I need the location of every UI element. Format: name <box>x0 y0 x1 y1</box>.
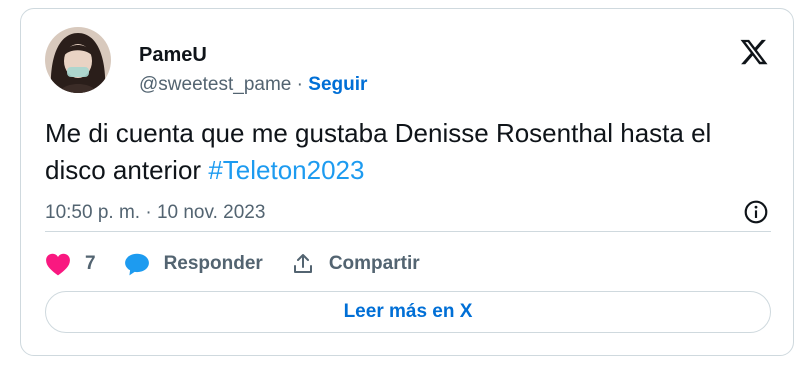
tweet-card: PameU @sweetest_pame · Seguir Me di cuen… <box>20 8 794 356</box>
follow-button[interactable]: Seguir <box>308 74 367 95</box>
action-bar: 7 Responder Compartir <box>45 246 448 282</box>
timestamp[interactable]: 10:50 p. m. · 10 nov. 2023 <box>45 201 265 225</box>
reply-button[interactable]: Responder <box>124 252 263 276</box>
avatar-image <box>45 27 111 93</box>
share-icon <box>293 254 312 273</box>
separator-dot: · <box>296 74 303 95</box>
display-name[interactable]: PameU <box>139 43 207 67</box>
tweet-date: 10 nov. 2023 <box>156 202 266 223</box>
tweet-text: Me di cuenta que me gustaba Denisse Rose… <box>45 115 765 189</box>
tweet-time: 10:50 p. m. <box>45 202 141 223</box>
like-count: 7 <box>85 253 96 274</box>
like-button[interactable]: 7 <box>45 252 96 276</box>
date-separator: · <box>145 202 152 223</box>
reply-bubble-icon <box>124 253 149 276</box>
info-icon[interactable] <box>743 199 769 225</box>
reply-label: Responder <box>163 253 263 274</box>
tweet-body: Me di cuenta que me gustaba Denisse Rose… <box>45 118 712 185</box>
handle-line: @sweetest_pame · Seguir <box>139 73 367 97</box>
heart-icon <box>46 253 70 276</box>
x-logo-icon[interactable] <box>739 37 769 67</box>
user-handle[interactable]: @sweetest_pame <box>139 74 291 95</box>
read-more-button[interactable]: Leer más en X <box>45 291 771 333</box>
hashtag-link[interactable]: #Teleton2023 <box>208 155 364 185</box>
avatar[interactable] <box>45 27 111 93</box>
share-button[interactable]: Compartir <box>291 252 420 276</box>
share-label: Compartir <box>328 253 420 274</box>
divider <box>45 231 771 232</box>
